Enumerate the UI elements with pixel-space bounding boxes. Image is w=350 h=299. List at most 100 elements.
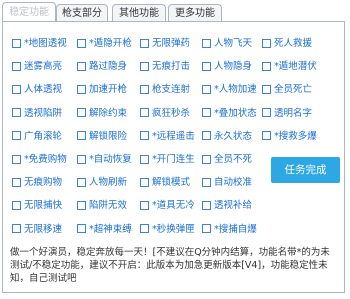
feature-checkbox-item[interactable]: 疯狂秒杀 [140,106,190,122]
feature-label: 无限移速 [24,223,63,235]
feature-label: 无痕购物 [24,177,63,189]
feature-checkbox-item[interactable]: *开门连生 [140,152,195,168]
checkbox-icon[interactable] [140,61,149,71]
checkbox-icon[interactable] [262,61,271,71]
checkbox-icon[interactable] [12,38,21,48]
feature-checkbox-item[interactable]: 解锁限险 [77,129,127,145]
feature-checkbox-item[interactable]: *超神束缚 [77,222,132,238]
feature-checkbox-item[interactable]: 人物飞天 [202,36,252,52]
checkbox-icon[interactable] [202,108,211,118]
checkbox-icon[interactable] [202,131,211,141]
tab-stable-features[interactable]: 稳定功能 [2,2,56,22]
feature-checkbox-item[interactable]: 路过隐身 [77,59,127,75]
feature-checkbox-item[interactable]: 陷阱无效 [77,198,127,214]
checkbox-icon[interactable] [140,131,149,141]
feature-checkbox-item[interactable]: 透视补给 [202,198,252,214]
checkbox-icon[interactable] [262,108,271,118]
checkbox-icon[interactable] [262,131,271,141]
feature-checkbox-item[interactable]: 死人救援 [262,36,312,52]
checkbox-icon[interactable] [140,38,149,48]
feature-checkbox-item[interactable]: 迷雾高亮 [12,59,62,75]
checkbox-icon[interactable] [202,154,211,164]
checkbox-icon[interactable] [140,177,149,187]
checkbox-icon[interactable] [202,61,211,71]
feature-label: 人物飞天 [214,38,253,49]
tab-more-features[interactable]: 更多功能 [168,4,222,21]
feature-checkbox-item[interactable]: 人体透视 [12,82,62,98]
checkbox-icon[interactable] [140,108,149,118]
checkbox-icon[interactable] [77,154,86,164]
feature-checkbox-item[interactable]: *地图透视 [12,36,67,52]
feature-label: 永久状态 [214,130,253,142]
feature-label: *叠加状态 [214,107,257,119]
checkbox-icon[interactable] [140,154,149,164]
checkbox-icon[interactable] [12,108,21,118]
feature-label: *遁地潜伏 [274,61,317,73]
feature-checkbox-item[interactable]: *远程遥击 [140,129,195,145]
feature-label: 加速开枪 [89,84,128,96]
feature-checkbox-item[interactable]: 无痕购物 [12,175,62,191]
feature-checkbox-item[interactable]: 透明名字 [262,106,312,122]
checkbox-icon[interactable] [77,84,86,94]
feature-checkbox-item[interactable]: 人物刷新 [77,175,127,191]
checkbox-icon[interactable] [202,200,211,210]
checkbox-icon[interactable] [202,177,211,187]
feature-checkbox-item[interactable]: 全员死亡 [262,82,312,98]
checkbox-icon[interactable] [77,108,86,118]
checkbox-icon[interactable] [12,131,21,141]
checkbox-icon[interactable] [12,224,21,234]
feature-checkbox-item[interactable]: 自动校准 [202,175,252,191]
feature-checkbox-item[interactable]: 无限捕快 [12,198,62,214]
feature-checkbox-item[interactable]: 加速开枪 [77,82,127,98]
checkbox-icon[interactable] [202,84,211,94]
feature-checkbox-item[interactable]: 无痕打击 [140,59,190,75]
checkbox-icon[interactable] [262,38,271,48]
checkbox-icon[interactable] [77,177,86,187]
checkbox-icon[interactable] [77,200,86,210]
feature-label: 透视补给 [214,200,253,212]
feature-checkbox-item[interactable]: 解锁模式 [140,175,190,191]
tab-other-features[interactable]: 其他功能 [112,4,166,21]
feature-checkbox-item[interactable]: *自动恢复 [77,152,132,168]
feature-checkbox-item[interactable]: *免费购物 [12,152,67,168]
feature-label: 路过隐身 [89,61,128,73]
checkbox-icon[interactable] [12,200,21,210]
checkbox-icon[interactable] [140,84,149,94]
checkbox-icon[interactable] [262,84,271,94]
feature-checkbox-item[interactable]: *道具无冷 [140,198,195,214]
checkbox-icon[interactable] [12,177,21,187]
feature-checkbox-item[interactable]: *遁隐开枪 [77,36,132,52]
checkbox-icon[interactable] [12,61,21,71]
feature-checkbox-item[interactable]: 永久状态 [202,129,252,145]
notice-text: 做一个好演员，稳定奔放每一天！[不建议在Q分钟内结算，功能名带*的为未测试/不稳… [10,247,330,284]
checkbox-icon[interactable] [202,38,211,48]
tab-gun-features[interactable]: 枪支部分 [56,4,108,21]
checkbox-icon[interactable] [77,38,86,48]
feature-checkbox-item[interactable]: *遁地潜伏 [262,59,317,75]
feature-label: *免费购物 [24,154,67,165]
checkbox-icon[interactable] [140,224,149,234]
checkbox-icon[interactable] [77,224,86,234]
feature-checkbox-item[interactable]: 解除约束 [77,106,127,122]
feature-checkbox-item[interactable]: *搜捕自爆 [202,222,257,238]
checkbox-icon[interactable] [77,131,86,141]
feature-checkbox-item[interactable]: 全员不死 [202,152,252,168]
feature-checkbox-item[interactable]: 人物隐身 [202,59,252,75]
feature-checkbox-item[interactable]: 枪支连射 [140,82,190,98]
feature-checkbox-item[interactable]: *人物加速 [202,82,257,98]
feature-label: 解锁模式 [152,177,191,189]
feature-checkbox-item[interactable]: *叠加状态 [202,106,257,122]
feature-checkbox-item[interactable]: 透视陷阱 [12,106,62,122]
feature-checkbox-item[interactable]: *秒换弹匣 [140,222,195,238]
feature-checkbox-item[interactable]: 无限移速 [12,222,62,238]
feature-checkbox-item[interactable]: 无限弹药 [140,36,190,52]
task-complete-button[interactable]: 任务完成 [271,157,340,183]
feature-label: *道具无冷 [152,200,195,212]
checkbox-icon[interactable] [140,200,149,210]
feature-checkbox-item[interactable]: 广角滚轮 [12,129,62,145]
checkbox-icon[interactable] [77,61,86,71]
checkbox-icon[interactable] [202,224,211,234]
feature-checkbox-item[interactable]: *搜救多爆 [262,129,317,145]
checkbox-icon[interactable] [12,154,21,164]
checkbox-icon[interactable] [12,84,21,94]
